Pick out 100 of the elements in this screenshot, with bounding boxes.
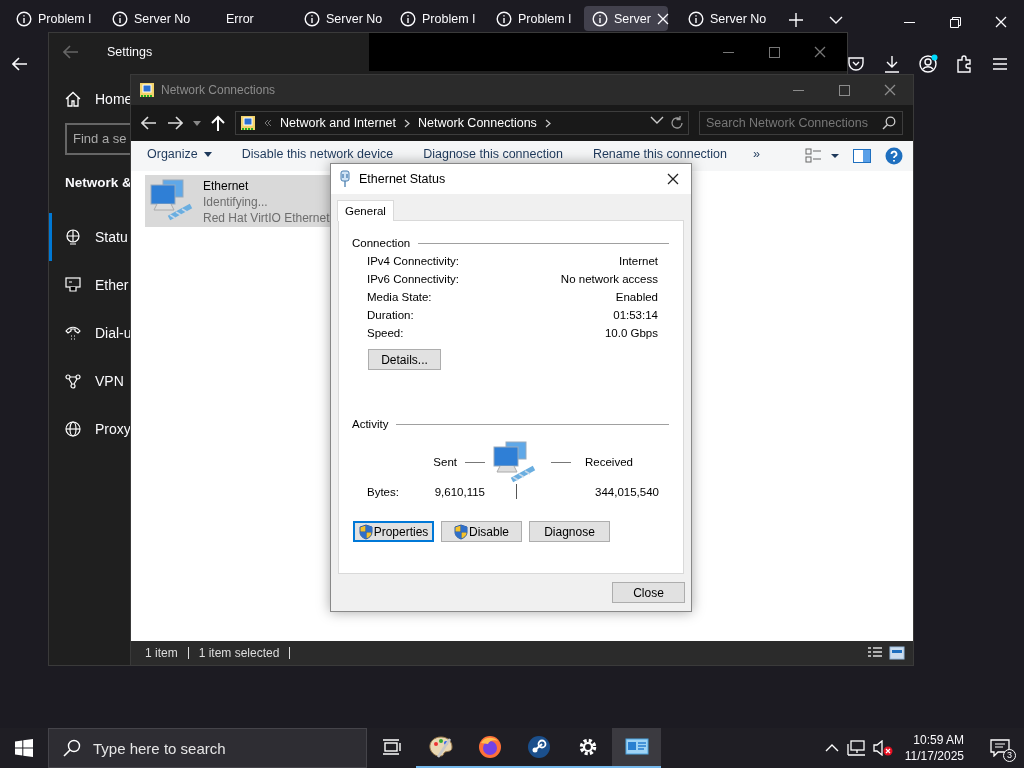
- browser-tab[interactable]: Server No: [680, 6, 776, 31]
- plug-icon: [339, 170, 351, 188]
- account-icon[interactable]: [918, 54, 938, 74]
- browser-tab[interactable]: Server No: [104, 6, 200, 31]
- dialog-button[interactable]: Properties: [353, 521, 434, 542]
- field-value: No network access: [560, 273, 658, 285]
- muted-speaker-icon[interactable]: [872, 740, 893, 756]
- window-title: Settings: [107, 45, 153, 59]
- more-commands-button[interactable]: »: [749, 147, 764, 161]
- field-value: 01:53:14: [612, 309, 658, 321]
- disc-logo-icon: [526, 735, 551, 759]
- tiles-view-icon[interactable]: [889, 646, 905, 660]
- field-value: Enabled: [614, 291, 658, 303]
- field-label: Duration:: [367, 309, 415, 321]
- info-icon: [496, 10, 512, 27]
- nav-item[interactable]: Ether: [49, 261, 131, 309]
- shield-icon: [454, 523, 468, 540]
- received-bytes: 344,015,540: [595, 485, 659, 498]
- close-icon[interactable]: [667, 173, 679, 185]
- clock-time[interactable]: 10:59 AM: [913, 732, 964, 748]
- maximize-icon[interactable]: [768, 46, 780, 58]
- search-icon: [882, 116, 896, 130]
- close-button[interactable]: Close: [612, 582, 685, 603]
- nodes-icon: [65, 373, 81, 389]
- browser-tab[interactable]: Problem I: [392, 6, 488, 31]
- info-icon: [304, 10, 320, 27]
- received-label: Received: [585, 456, 633, 468]
- breadcrumb-item[interactable]: Network Connections: [418, 116, 537, 130]
- group-heading: Activity: [352, 418, 389, 430]
- maximize-icon[interactable]: [838, 84, 850, 96]
- browser-tab[interactable]: Error: [200, 6, 296, 31]
- taskbar-app[interactable]: [612, 728, 661, 768]
- section-heading: Network &: [64, 174, 131, 192]
- chevron-up-icon[interactable]: [824, 744, 839, 752]
- tab-list-icon[interactable]: [829, 16, 843, 24]
- window-title: Network Connections: [161, 83, 276, 97]
- command-button[interactable]: Diagnose this connection: [415, 147, 571, 161]
- dialog-button[interactable]: Diagnose: [529, 521, 610, 542]
- pocket-icon[interactable]: [846, 54, 866, 74]
- command-button[interactable]: Organize: [139, 147, 220, 161]
- device-name: Red Hat VirtIO Ethernet: [203, 210, 330, 226]
- chevron-right-icon[interactable]: [404, 118, 411, 128]
- up-arrow-icon[interactable]: [211, 115, 225, 131]
- overflow-chevron-icon: [264, 119, 272, 127]
- details-button[interactable]: Details...: [368, 349, 441, 370]
- task-view-icon: [381, 737, 402, 757]
- breadcrumb-item[interactable]: Network and Internet: [280, 116, 397, 130]
- view-options-icon[interactable]: [805, 148, 839, 164]
- nav-item[interactable]: VPN: [49, 357, 131, 405]
- details-view-icon[interactable]: [867, 646, 883, 660]
- browser-tab[interactable]: Server: [584, 6, 668, 31]
- globe-flame-icon: [477, 735, 502, 759]
- home-nav-item[interactable]: Home: [49, 87, 131, 111]
- palette-icon: [427, 735, 454, 759]
- forward-arrow-icon[interactable]: [167, 116, 183, 130]
- preview-pane-icon[interactable]: [853, 149, 871, 163]
- browser-tab[interactable]: Server No: [296, 6, 392, 31]
- browser-tab[interactable]: Problem I: [488, 6, 584, 31]
- dialog-button[interactable]: Disable: [441, 521, 522, 542]
- help-icon[interactable]: [885, 147, 903, 165]
- windows-logo-icon[interactable]: [15, 739, 33, 757]
- network-folder-icon: [139, 82, 155, 98]
- nav-item[interactable]: Proxy: [49, 405, 131, 453]
- refresh-icon[interactable]: [670, 116, 684, 130]
- browser-tab[interactable]: Problem I: [8, 6, 104, 31]
- network-monitor-icon[interactable]: [846, 740, 865, 756]
- download-icon[interactable]: [882, 54, 902, 74]
- info-icon: [16, 10, 32, 27]
- field-value: Internet: [618, 255, 658, 267]
- recent-dropdown-icon[interactable]: [193, 120, 201, 126]
- globe-icon: [65, 421, 81, 437]
- connection-name: Ethernet: [203, 178, 250, 194]
- sent-label: Sent: [433, 456, 457, 468]
- close-tab-icon[interactable]: [656, 12, 669, 25]
- dropdown-icon[interactable]: [650, 116, 664, 124]
- command-button[interactable]: Rename this connection: [584, 147, 735, 161]
- address-bar[interactable]: Network and Internet Network Connections: [235, 111, 689, 135]
- extensions-icon[interactable]: [954, 54, 974, 74]
- monitor-icon: [65, 277, 81, 293]
- globe-monitor-icon: [65, 229, 81, 245]
- control-panel-icon: [624, 737, 649, 757]
- notification-icon[interactable]: [990, 739, 1010, 757]
- caret-icon: [203, 151, 212, 157]
- new-tab-icon[interactable]: [789, 13, 803, 27]
- clock-date[interactable]: 11/17/2025: [904, 748, 964, 764]
- field-label: IPv6 Connectivity:: [367, 273, 461, 285]
- search-field[interactable]: Search Network Connections: [699, 111, 903, 135]
- field-label: Media State:: [367, 291, 433, 303]
- chevron-right-icon[interactable]: [544, 118, 551, 128]
- field-label: Bytes:: [367, 485, 399, 498]
- search-field[interactable]: Type here to search: [48, 728, 367, 768]
- status-text: 1 item: [145, 646, 178, 660]
- dialog-tab[interactable]: General: [337, 200, 394, 221]
- telephone-icon: [65, 325, 81, 341]
- sent-bytes: 9,610,115: [434, 485, 485, 498]
- restore-icon[interactable]: [949, 16, 961, 28]
- network-folder-icon: [240, 115, 256, 131]
- command-button[interactable]: Disable this network device: [233, 147, 402, 161]
- field-label: Speed:: [367, 327, 405, 339]
- info-icon: [400, 10, 416, 27]
